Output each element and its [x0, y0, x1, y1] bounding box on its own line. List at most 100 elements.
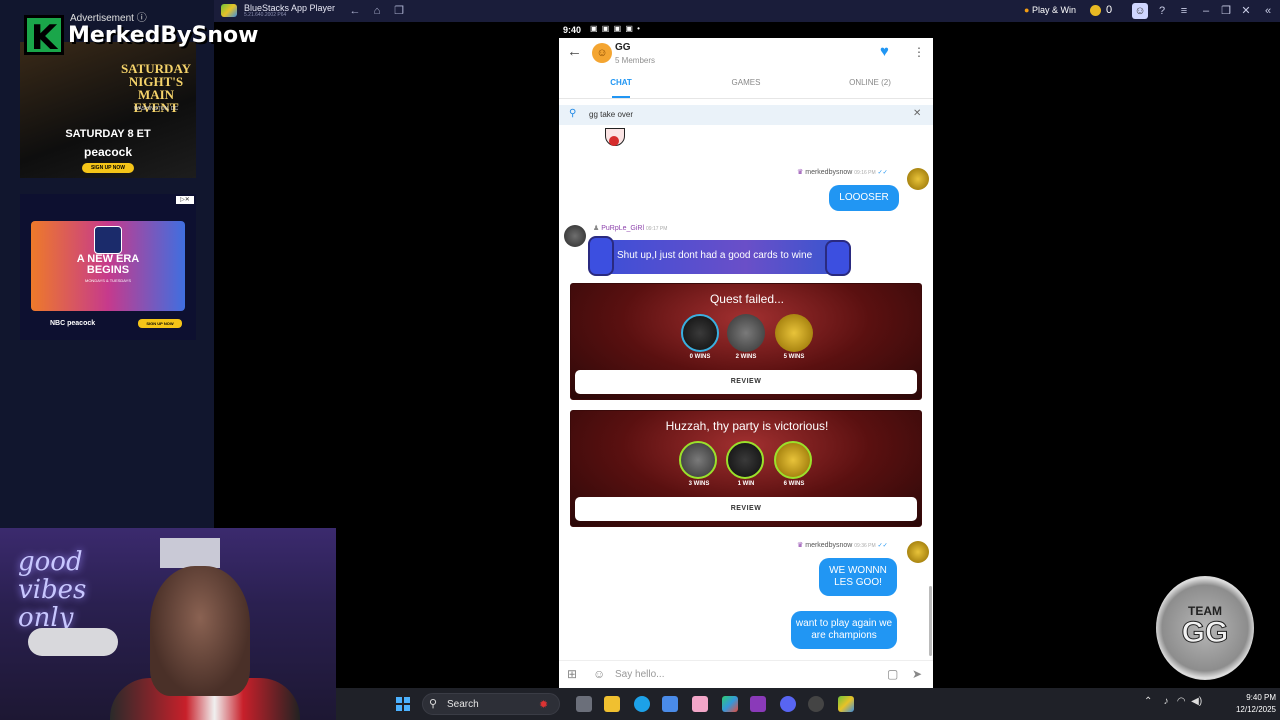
message-meta: ♛ merkedbysnow 09:16 PM ✓✓: [797, 168, 888, 176]
volume-icon[interactable]: ◀): [1191, 696, 1202, 707]
emoji-icon[interactable]: ☺: [593, 667, 605, 681]
play-win-button[interactable]: ● Play & Win: [1024, 5, 1076, 15]
group-name[interactable]: GG: [615, 42, 631, 53]
clock-time: 9:40 PM: [1246, 693, 1276, 702]
copilot-icon[interactable]: [722, 696, 738, 712]
home-icon[interactable]: ⌂: [370, 4, 384, 18]
webcam-background-object: [160, 538, 220, 568]
read-check-icon: ✓✓: [877, 170, 888, 176]
game-result-card: Quest failed... 0 WINS 2 WINS 5 WINS REV…: [570, 283, 922, 400]
close-pinned-icon[interactable]: ✕: [913, 108, 921, 119]
webcam-person: [150, 566, 250, 696]
more-options-icon[interactable]: ⋮: [913, 45, 925, 59]
ad1-time: SATURDAY 8 ET: [65, 128, 151, 140]
webcam-feed: good vibes only: [0, 528, 336, 720]
clock-date: 12/12/2025: [1235, 705, 1276, 714]
microphone-icon: [28, 628, 118, 656]
app-icon[interactable]: [750, 696, 766, 712]
search-highlight-icon: ✹: [539, 699, 549, 711]
search-icon: ⚲: [429, 698, 438, 710]
obs-icon[interactable]: [808, 696, 824, 712]
back-arrow-icon[interactable]: ←: [567, 44, 583, 60]
tab-online[interactable]: ONLINE (2): [810, 78, 930, 87]
crown-icon: ♛: [797, 542, 804, 549]
message-input[interactable]: Say hello...: [615, 669, 664, 680]
bluestacks-icon[interactable]: [838, 696, 854, 712]
windows-start-icon[interactable]: [396, 697, 410, 711]
profile-icon[interactable]: ☺: [1132, 3, 1148, 19]
neon-sign: good vibes only: [18, 547, 87, 633]
pinned-text: gg take over: [589, 110, 634, 119]
ad1-signup-button[interactable]: SIGN UP NOW: [82, 163, 134, 173]
group-avatar[interactable]: ☺: [592, 43, 612, 63]
team-gg-badge: TEAM GG: [1156, 576, 1254, 680]
system-tray[interactable]: ⌃ ♪ ◠ ◀): [1144, 696, 1202, 707]
avatar[interactable]: [564, 225, 586, 247]
sticker-partial: [599, 128, 635, 156]
player-avatar: [726, 441, 764, 479]
game-result-card: Huzzah, thy party is victorious! 3 WINS …: [570, 410, 922, 527]
card-title: Quest failed...: [709, 292, 785, 306]
gamepad-icon[interactable]: ⊞: [567, 667, 577, 681]
close-icon[interactable]: ✕: [1238, 3, 1254, 19]
multitask-icon[interactable]: ❐: [392, 4, 406, 18]
taskbar-search[interactable]: ⚲ Search ✹: [422, 693, 560, 715]
chat-app: ← ☺ GG 5 Members ♥ ⋮ CHAT GAMES ONLINE (…: [559, 38, 933, 688]
store-icon[interactable]: [662, 696, 678, 712]
send-icon[interactable]: ➤: [912, 667, 922, 681]
help-icon[interactable]: ?: [1154, 3, 1170, 19]
edge-icon[interactable]: [634, 696, 650, 712]
menu-icon[interactable]: ≡: [1176, 3, 1192, 19]
wifi-icon[interactable]: ◠: [1177, 696, 1186, 707]
message-time: 09:16 PM: [854, 170, 876, 176]
message-meta: ♟ PuRpLe_GiRl 09:17 PM: [593, 224, 667, 232]
player-avatar: [727, 314, 765, 352]
player-wins: 2 WINS: [735, 354, 757, 360]
taskbar-clock[interactable]: 9:40 PM 12/12/2025: [1222, 692, 1276, 716]
review-button[interactable]: REVIEW: [575, 370, 917, 394]
message-meta: ♛ merkedbysnow 09:36 PM ✓✓: [797, 541, 888, 549]
player-wins: 1 WIN: [737, 481, 755, 487]
message-bubble-themed: Shut up,I just dont had a good cards to …: [588, 236, 851, 276]
tab-games[interactable]: GAMES: [686, 78, 806, 87]
ad-close-icon[interactable]: ▷✕: [176, 196, 194, 204]
heart-icon[interactable]: ♥: [880, 43, 889, 60]
ad-banner-wwe[interactable]: SATURDAY NIGHT'S MAIN EVENT WASHINGTON, …: [20, 42, 196, 178]
coin-icon: [1090, 5, 1101, 16]
pin-icon: ⚲: [569, 108, 577, 119]
card-title: Huzzah, thy party is victorious!: [665, 419, 829, 433]
sidebar-toggle-icon[interactable]: «: [1260, 3, 1276, 19]
player-avatar: [775, 314, 813, 352]
avatar[interactable]: [907, 168, 929, 190]
chevron-up-icon[interactable]: ⌃: [1144, 696, 1152, 707]
minimize-icon[interactable]: –: [1198, 3, 1214, 19]
discord-icon[interactable]: [780, 696, 796, 712]
file-explorer-icon[interactable]: [604, 696, 620, 712]
player-avatar: [679, 441, 717, 479]
chat-scrollbar[interactable]: [929, 586, 932, 656]
crown-icon: ♛: [797, 169, 804, 176]
back-icon[interactable]: ←: [348, 4, 362, 18]
avatar[interactable]: [907, 541, 929, 563]
restore-icon[interactable]: ❐: [1218, 3, 1234, 19]
message-bubble: LOOOSER: [829, 185, 899, 211]
message-sender: merkedbysnow: [805, 169, 853, 176]
player-wins: 0 WINS: [689, 354, 711, 360]
pinned-message[interactable]: ⚲ gg take over ✕: [559, 105, 933, 125]
ad-banner-nba[interactable]: ▷✕ A NEW ERA BEGINS MONDAYS & TUESDAYS N…: [20, 194, 196, 340]
ad2-nights: MONDAYS & TUESDAYS: [84, 278, 131, 283]
ad2-headline: A NEW ERA BEGINS: [76, 253, 140, 276]
tab-chat[interactable]: CHAT: [561, 78, 681, 87]
streamer-name: MerkedBySnow: [68, 23, 259, 48]
review-button[interactable]: REVIEW: [575, 497, 917, 521]
user-icon: ♟: [593, 225, 600, 232]
sticker-icon[interactable]: ▢: [887, 667, 898, 681]
app-icon[interactable]: [692, 696, 708, 712]
windows-taskbar: ⚲ Search ✹ ⌃ ♪ ◠ ◀) 9:40 PM 12/12/2025: [336, 688, 1280, 720]
ad2-signup-button[interactable]: SIGN UP NOW: [138, 319, 182, 328]
read-check-icon: ✓✓: [877, 543, 888, 549]
ad2-networks: NBC peacock: [50, 320, 96, 327]
advertisement-label: Advertisement ⓘ: [70, 13, 147, 24]
mic-icon[interactable]: ♪: [1164, 696, 1169, 707]
task-view-icon[interactable]: [576, 696, 592, 712]
